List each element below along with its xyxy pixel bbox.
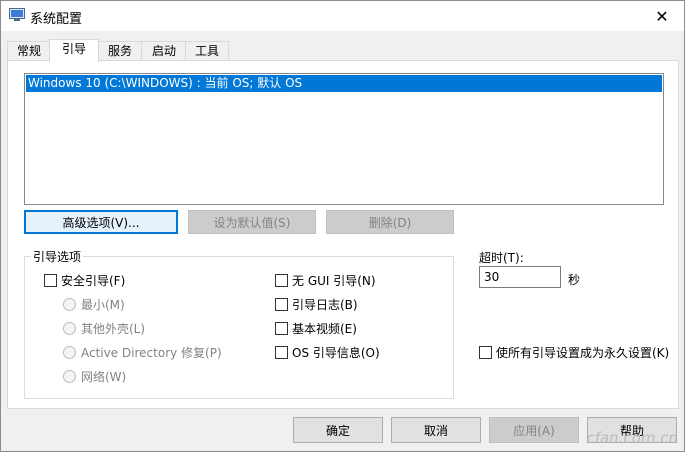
safe-boot-checkbox[interactable]: 安全引导(F) (44, 272, 125, 289)
make-permanent-label: 使所有引导设置成为永久设置(K) (496, 346, 670, 360)
base-video-checkbox[interactable]: 基本视频(E) (275, 320, 357, 337)
boot-entries-list[interactable]: Windows 10 (C:\WINDOWS) : 当前 OS; 默认 OS (24, 73, 664, 205)
msconfig-icon (9, 8, 25, 22)
tab-boot[interactable]: 引导 (49, 39, 99, 62)
active-directory-repair-radio[interactable]: Active Directory 修复(P) (63, 344, 222, 361)
apply-button[interactable]: 应用(A) (489, 417, 579, 443)
network-label: 网络(W) (81, 370, 127, 384)
cancel-button[interactable]: 取消 (391, 417, 481, 443)
radio-circle (63, 370, 76, 383)
alternate-shell-label: 其他外壳(L) (81, 322, 146, 336)
set-default-button[interactable]: 设为默认值(S) (188, 210, 316, 234)
advanced-options-button[interactable]: 高级选项(V)... (24, 210, 178, 234)
close-button[interactable]: ✕ (640, 1, 684, 31)
os-boot-info-checkbox[interactable]: OS 引导信息(O) (275, 344, 380, 361)
delete-button[interactable]: 删除(D) (326, 210, 454, 234)
tab-services[interactable]: 服务 (97, 41, 143, 61)
radio-circle (63, 322, 76, 335)
base-video-label: 基本视频(E) (292, 322, 357, 336)
radio-circle (63, 298, 76, 311)
boot-options-group: 引导选项 安全引导(F) 最小(M) 其他外壳(L) Active Direct… (24, 248, 454, 399)
no-gui-boot-checkbox[interactable]: 无 GUI 引导(N) (275, 272, 376, 289)
checkbox-box (275, 346, 288, 359)
system-configuration-window: 系统配置 ✕ 常规 引导 服务 启动 工具 Windows 10 (C:\WIN… (0, 0, 685, 452)
close-icon: ✕ (655, 6, 669, 26)
checkbox-box (275, 298, 288, 311)
os-boot-info-label: OS 引导信息(O) (292, 346, 380, 360)
active-directory-label: Active Directory 修复(P) (81, 346, 222, 360)
boot-entry-selected[interactable]: Windows 10 (C:\WINDOWS) : 当前 OS; 默认 OS (26, 75, 662, 92)
window-title: 系统配置 (30, 12, 83, 27)
seconds-label: 秒 (568, 273, 581, 287)
checkbox-box (275, 322, 288, 335)
timeout-label: 超时(T): (479, 251, 524, 265)
alternate-shell-radio[interactable]: 其他外壳(L) (63, 320, 145, 337)
tab-general[interactable]: 常规 (7, 41, 51, 61)
title-bar: 系统配置 ✕ (1, 1, 684, 31)
watermark: cfan.com.cn (586, 429, 678, 447)
tab-strip: 常规 引导 服务 启动 工具 (7, 39, 677, 62)
boot-log-checkbox[interactable]: 引导日志(B) (275, 296, 358, 313)
network-radio[interactable]: 网络(W) (63, 368, 126, 385)
checkbox-box (479, 346, 492, 359)
safe-boot-label: 安全引导(F) (61, 274, 126, 288)
ok-button[interactable]: 确定 (293, 417, 383, 443)
minimal-radio[interactable]: 最小(M) (63, 296, 125, 313)
boot-log-label: 引导日志(B) (292, 298, 358, 312)
no-gui-label: 无 GUI 引导(N) (292, 274, 376, 288)
boot-tab-panel: Windows 10 (C:\WINDOWS) : 当前 OS; 默认 OS 高… (7, 60, 679, 409)
tab-tools[interactable]: 工具 (185, 41, 229, 61)
checkbox-box (275, 274, 288, 287)
boot-options-label: 引导选项 (31, 248, 84, 265)
make-permanent-checkbox[interactable]: 使所有引导设置成为永久设置(K) (479, 344, 669, 361)
tab-startup[interactable]: 启动 (141, 41, 187, 61)
checkbox-box (44, 274, 57, 287)
radio-circle (63, 346, 76, 359)
timeout-input[interactable]: 30 (479, 266, 561, 288)
minimal-label: 最小(M) (81, 298, 125, 312)
